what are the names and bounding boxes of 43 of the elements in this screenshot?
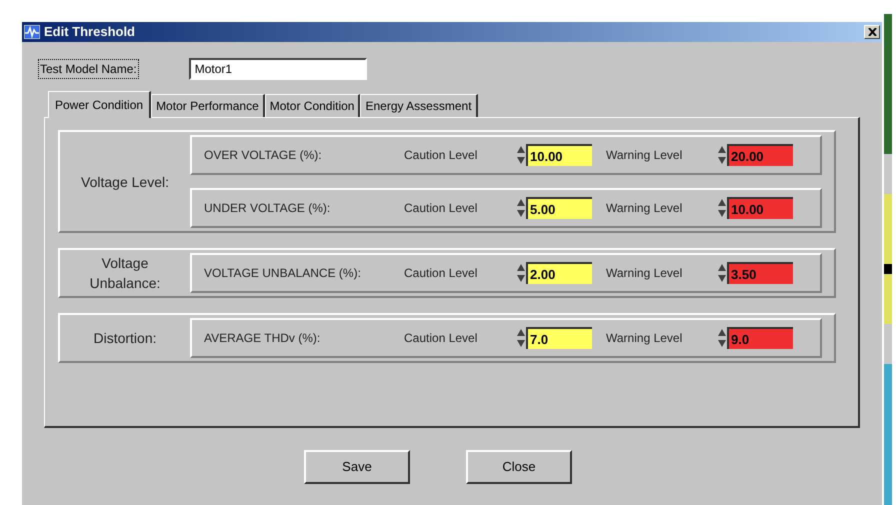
group-label: Voltage Unbalance: — [88, 254, 162, 293]
spinner-arrows-icon[interactable] — [717, 262, 727, 284]
caution-label: Caution Level — [404, 200, 478, 217]
warning-level-field[interactable]: 9.0 — [727, 327, 793, 349]
spinner-arrows-icon[interactable] — [516, 327, 526, 349]
group-label: Distortion: — [92, 329, 158, 348]
spinner-arrows-icon[interactable] — [516, 144, 526, 166]
waveform-icon — [24, 25, 40, 39]
dialog-button[interactable]: Close — [466, 450, 572, 484]
model-name-field[interactable]: Motor1 — [188, 58, 367, 80]
parameter-label: OVER VOLTAGE (%): — [204, 147, 323, 164]
warning-level-field[interactable]: 10.00 — [727, 197, 793, 219]
caution-level-field[interactable]: 5.00 — [526, 197, 592, 219]
parameter-label: VOLTAGE UNBALANCE (%): — [204, 265, 362, 282]
close-button[interactable] — [864, 25, 880, 39]
caution-label: Caution Level — [404, 265, 478, 282]
spinner-arrows-icon[interactable] — [516, 262, 526, 284]
warning-label: Warning Level — [605, 200, 684, 217]
group-label: Voltage Level: — [80, 172, 170, 192]
warning-level-field[interactable]: 20.00 — [727, 144, 793, 166]
tab[interactable]: Power Condition — [48, 91, 152, 118]
warning-level-field[interactable]: 3.50 — [727, 262, 793, 284]
tab[interactable]: Motor Performance — [151, 94, 265, 117]
parameter-label: AVERAGE THDv (%): — [204, 330, 322, 347]
caution-label: Caution Level — [404, 330, 478, 347]
caution-level-field[interactable]: 10.00 — [526, 144, 592, 166]
warning-label: Warning Level — [605, 265, 684, 282]
spinner-arrows-icon[interactable] — [717, 144, 727, 166]
parameter-label: UNDER VOLTAGE (%): — [204, 200, 332, 217]
tab[interactable]: Energy Assessment — [360, 94, 478, 117]
spinner-arrows-icon[interactable] — [516, 197, 526, 219]
field-label: Test Model Name: — [38, 59, 139, 79]
spinner-arrows-icon[interactable] — [717, 197, 727, 219]
warning-label: Warning Level — [605, 330, 684, 347]
caution-level-field[interactable]: 7.0 — [526, 327, 592, 349]
warning-label: Warning Level — [605, 147, 684, 164]
window-title: Edit Threshold — [44, 23, 135, 42]
tab[interactable]: Motor Condition — [264, 94, 360, 117]
dialog-button[interactable]: Save — [304, 450, 410, 484]
close-icon — [868, 28, 876, 36]
caution-level-field[interactable]: 2.00 — [526, 262, 592, 284]
spinner-arrows-icon[interactable] — [717, 327, 727, 349]
caution-label: Caution Level — [404, 147, 478, 164]
